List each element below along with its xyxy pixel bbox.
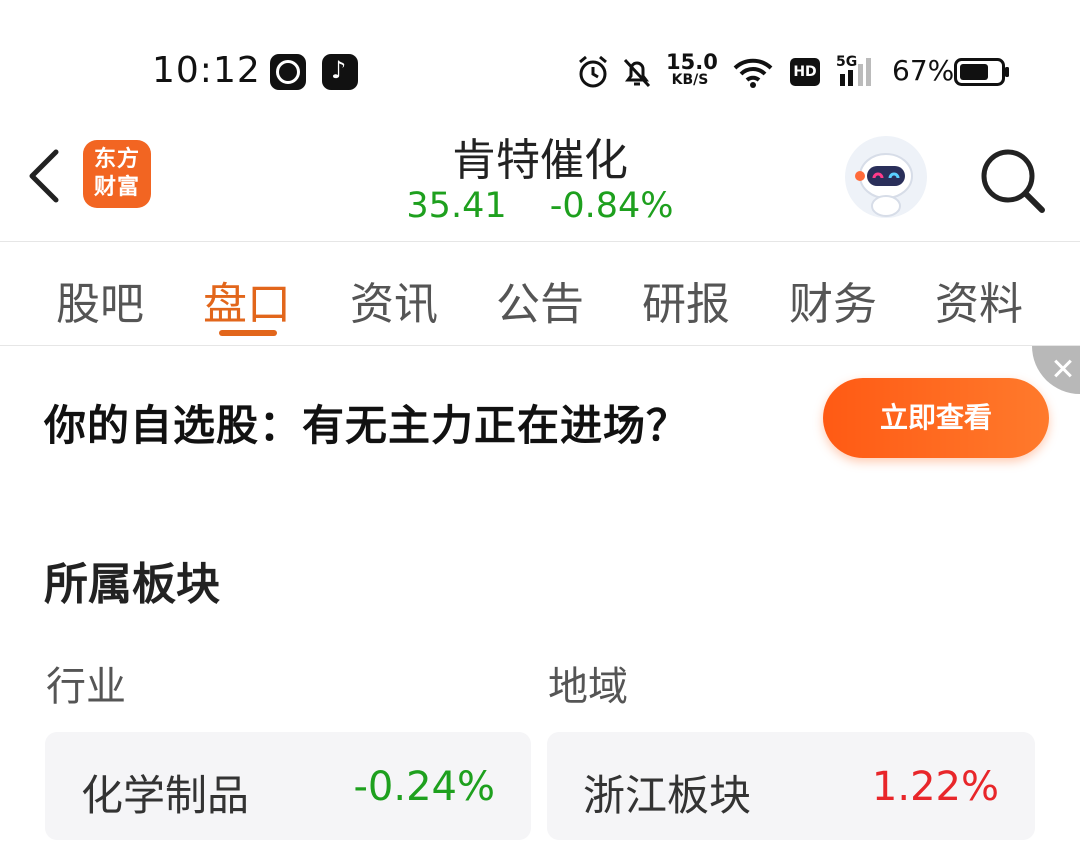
region-sector-card[interactable]: 浙江板块 1.22%	[547, 732, 1035, 840]
tab-finance[interactable]: 财务	[773, 268, 893, 332]
network-speed: 15.0 KB/S	[666, 50, 718, 89]
hd-voice-icon: HD	[790, 58, 820, 86]
region-sector-change: 1.22%	[871, 764, 999, 810]
battery-percent: 67%	[892, 54, 955, 87]
tab-profile[interactable]: 资料	[919, 268, 1039, 332]
stock-price: 35.41	[406, 186, 507, 226]
search-icon[interactable]	[976, 144, 1048, 216]
tab-guba[interactable]: 股吧	[40, 268, 160, 332]
wifi-icon	[733, 58, 773, 88]
kuaishou-app-icon	[270, 54, 306, 90]
industry-sector-change: -0.24%	[353, 764, 495, 810]
region-sector-name: 浙江板块	[583, 771, 752, 820]
close-icon[interactable]	[1032, 346, 1080, 394]
mute-bell-icon	[623, 58, 651, 88]
tiktok-app-icon	[322, 54, 358, 90]
industry-sector-name: 化学制品	[81, 771, 250, 820]
tab-research[interactable]: 研报	[626, 268, 746, 332]
promo-banner-text: 你的自选股：有无主力正在进场？	[44, 401, 690, 450]
active-tab-indicator	[219, 330, 277, 336]
robot-icon	[855, 153, 913, 217]
industry-label: 行业	[46, 664, 126, 710]
tab-news[interactable]: 资讯	[334, 268, 454, 332]
signal-icon: 5G	[836, 54, 871, 86]
promo-banner[interactable]: 你的自选股：有无主力正在进场？ 立即查看	[0, 346, 1080, 486]
section-title: 所属板块	[44, 559, 220, 610]
stock-change-percent: -0.84%	[549, 186, 674, 226]
stock-header: 东方 财富 肯特催化 35.41 -0.84%	[0, 118, 1080, 242]
tab-pankou[interactable]: 盘口	[187, 268, 307, 332]
status-time: 10:12	[152, 50, 261, 91]
alarm-icon	[579, 55, 607, 88]
network-type-label: 5G	[836, 54, 857, 70]
robot-assistant-avatar[interactable]	[845, 136, 927, 218]
network-speed-value: 15.0	[666, 50, 718, 74]
view-now-button[interactable]: 立即查看	[823, 378, 1049, 458]
status-bar: 10:12 15.0 KB/S HD 5G 67%	[0, 0, 1080, 130]
industry-sector-card[interactable]: 化学制品 -0.24%	[45, 732, 531, 840]
network-speed-unit: KB/S	[671, 72, 709, 88]
tab-announcements[interactable]: 公告	[480, 268, 600, 332]
tab-bar: 股吧 盘口 资讯 公告 研报 财务 资料	[0, 242, 1080, 346]
region-label: 地域	[548, 664, 628, 710]
battery-icon	[954, 58, 1009, 86]
